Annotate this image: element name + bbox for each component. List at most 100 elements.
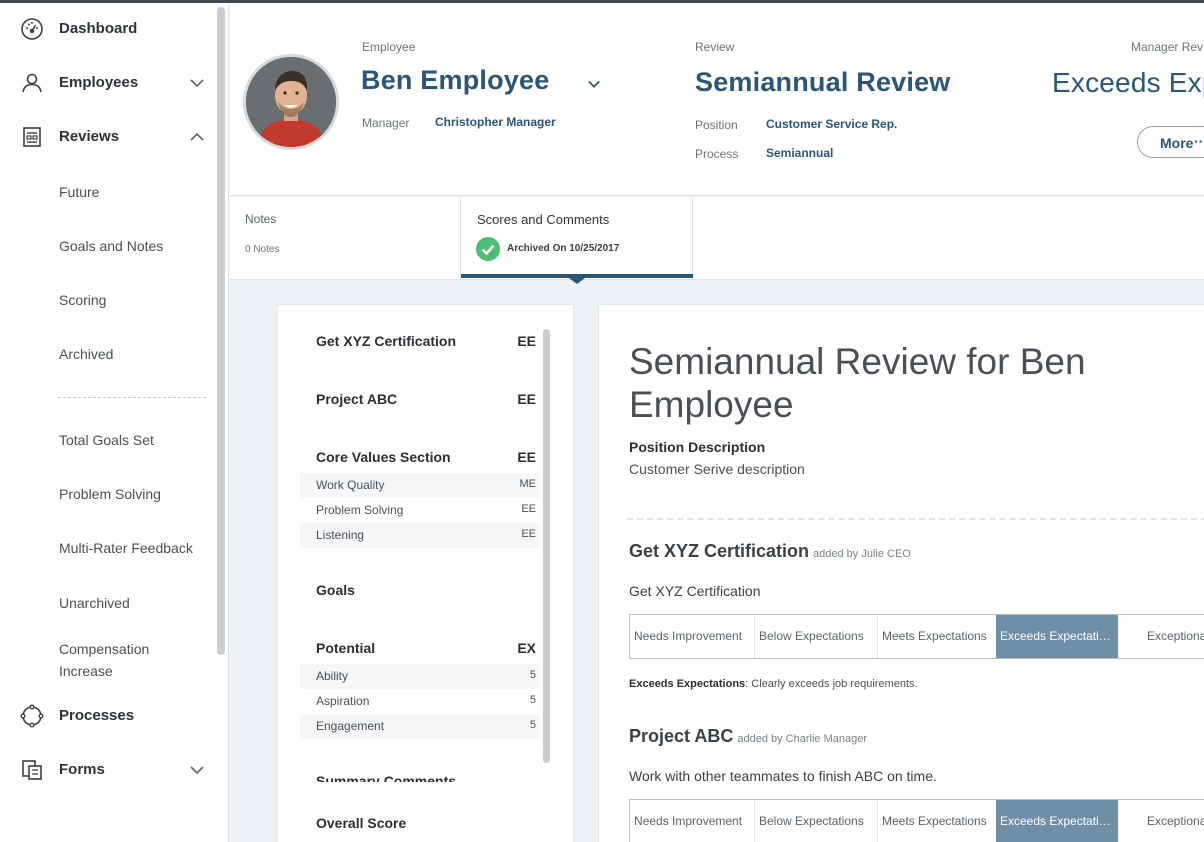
forms-icon: [22, 760, 42, 780]
sidebar-item-label: Reviews: [59, 128, 120, 145]
score-row-value: EE: [521, 528, 536, 540]
tab-notes-count: 0 Notes: [245, 244, 280, 255]
sidebar-item-reviews[interactable]: Reviews: [0, 117, 214, 157]
employee-name[interactable]: Ben Employee: [361, 65, 549, 96]
employees-icon: [22, 73, 42, 93]
sidebar-item-label: Forms: [59, 761, 105, 778]
sidebar-subitem-total-goals[interactable]: Total Goals Set: [59, 429, 154, 451]
employee-dropdown-chevron-icon[interactable]: [587, 77, 601, 91]
score-row-name: Problem Solving: [316, 503, 404, 517]
score-row: Listening EE: [300, 523, 540, 548]
rating-option-below-expectations[interactable]: Below Expectations: [755, 615, 877, 658]
sidebar-subitem-future[interactable]: Future: [59, 181, 99, 203]
score-row-name: Aspiration: [316, 694, 370, 708]
rating-option-below-expectations[interactable]: Below Expectations: [755, 800, 877, 842]
tab-scores-comments[interactable]: Scores and Comments Archived On 10/25/20…: [461, 197, 693, 279]
sidebar-divider: [58, 397, 206, 398]
position-label: Position: [695, 118, 738, 132]
rating-option-needs-improvement[interactable]: Needs Improvement: [630, 800, 754, 842]
score-row-value: 5: [529, 669, 536, 681]
section-score: EE: [517, 333, 536, 349]
position-link[interactable]: Customer Service Rep.: [766, 117, 897, 131]
goal-title: Project ABC added by Charlie Manager: [629, 726, 867, 747]
sidebar-item-forms[interactable]: Forms: [0, 750, 214, 790]
sidebar-subitem-problem-solving[interactable]: Problem Solving: [59, 483, 161, 505]
rating-option-exceptional[interactable]: Exceptiona: [1119, 615, 1204, 658]
review-content-panel: Semiannual Review for Ben Employee Posit…: [598, 304, 1204, 842]
section-divider: [627, 518, 1204, 520]
score-row-value: ME: [519, 478, 537, 490]
section-goals[interactable]: Goals: [316, 582, 355, 598]
rating-option-exceptional[interactable]: Exceptiona: [1119, 800, 1204, 842]
section-project-abc[interactable]: Project ABC: [316, 391, 397, 407]
sidebar-subitem-compensation[interactable]: Compensation Increase: [59, 638, 169, 682]
chevron-down-icon[interactable]: [189, 762, 205, 778]
section-score: EX: [517, 640, 536, 656]
employee-label: Employee: [362, 40, 416, 54]
tab-notes[interactable]: Notes 0 Notes: [230, 197, 461, 279]
sidebar-subitem-archived[interactable]: Archived: [59, 343, 113, 365]
tab-scores-title: Scores and Comments: [477, 212, 610, 227]
more-dots-icon: ···: [1194, 133, 1204, 149]
score-row-value: EE: [521, 503, 536, 515]
overall-score-label: Overall Score: [316, 815, 407, 831]
score-row: Aspiration 5: [300, 689, 540, 714]
rating-description: Exceeds Expectations: Clearly exceeds jo…: [629, 678, 918, 690]
score-row-name: Ability: [316, 669, 349, 683]
tab-notes-title: Notes: [245, 212, 277, 226]
manager-link[interactable]: Christopher Manager: [435, 115, 556, 129]
rating-option-meets-expectations[interactable]: Meets Expectations: [878, 800, 996, 842]
rating-description-label: Exceeds Expectations: [629, 678, 746, 690]
more-button-label: More: [1160, 135, 1194, 151]
sidebar-subitem-multi-rater[interactable]: Multi-Rater Feedback: [59, 537, 193, 559]
score-row: Problem Solving EE: [300, 498, 540, 523]
rating-option-exceeds-expectations[interactable]: Exceeds Expectati…: [996, 615, 1118, 658]
score-row-name: Engagement: [316, 719, 385, 733]
active-tab-arrow: [569, 278, 585, 284]
processes-icon: [20, 704, 44, 728]
sidebar-subitem-scoring[interactable]: Scoring: [59, 289, 106, 311]
chevron-up-icon[interactable]: [189, 129, 205, 145]
score-panel-scrollbar[interactable]: [543, 329, 550, 763]
sidebar-item-dashboard[interactable]: Dashboard: [0, 9, 214, 49]
review-name: Semiannual Review: [695, 67, 951, 97]
manager-label: Manager: [362, 116, 410, 130]
rating-description-text: : Clearly exceeds job requirements.: [745, 678, 918, 690]
sidebar-item-processes[interactable]: Processes: [0, 696, 214, 736]
sidebar-subitem-unarchived[interactable]: Unarchived: [59, 592, 130, 614]
goal-title: Get XYZ Certification added by Julie CEO: [629, 541, 911, 562]
dashboard-icon: [21, 18, 43, 40]
rating-scale: Needs Improvement Below Expectations Mee…: [629, 614, 1204, 659]
rating-option-exceeds-expectations[interactable]: Exceeds Expectati…: [996, 800, 1118, 842]
process-label: Process: [695, 147, 739, 161]
position-description-text: Customer Serive description: [629, 461, 805, 477]
manager-review-value: Exceeds Exp: [1052, 67, 1204, 98]
section-potential[interactable]: Potential: [316, 640, 375, 656]
score-row-value: 5: [529, 719, 536, 731]
score-row-value: 5: [529, 694, 536, 706]
rating-option-meets-expectations[interactable]: Meets Expectations: [878, 615, 996, 658]
section-get-xyz-certification[interactable]: Get XYZ Certification: [316, 333, 456, 349]
employee-avatar: [243, 54, 339, 150]
score-row: Work Quality ME: [300, 473, 540, 498]
goal-title-text: Project ABC: [629, 726, 734, 746]
goal-description: Work with other teammates to finish ABC …: [629, 768, 937, 784]
sidebar-scrollbar[interactable]: [217, 7, 225, 655]
process-link[interactable]: Semiannual: [766, 146, 833, 160]
section-score: EE: [517, 449, 536, 465]
sidebar-subitem-goals-notes[interactable]: Goals and Notes: [59, 235, 163, 257]
manager-review-label: Manager Rev: [1131, 40, 1204, 54]
section-core-values[interactable]: Core Values Section: [316, 449, 451, 465]
check-circle-icon: [476, 237, 500, 261]
sidebar-item-employees[interactable]: Employees: [0, 63, 214, 103]
score-row: Engagement 5: [300, 714, 540, 739]
reviews-icon: [23, 127, 41, 147]
rating-option-needs-improvement[interactable]: Needs Improvement: [630, 615, 754, 658]
goal-added-by: added by Julie CEO: [813, 548, 911, 560]
chevron-down-icon[interactable]: [189, 75, 205, 91]
review-header: Employee Ben Employee Manager Christophe…: [230, 3, 1204, 196]
section-summary-comments[interactable]: Summary Comments: [316, 773, 456, 782]
score-summary-panel: Get XYZ Certification EE Project ABC EE …: [277, 304, 574, 842]
more-button[interactable]: More ···: [1137, 126, 1204, 158]
rating-scale: Needs Improvement Below Expectations Mee…: [629, 799, 1204, 842]
